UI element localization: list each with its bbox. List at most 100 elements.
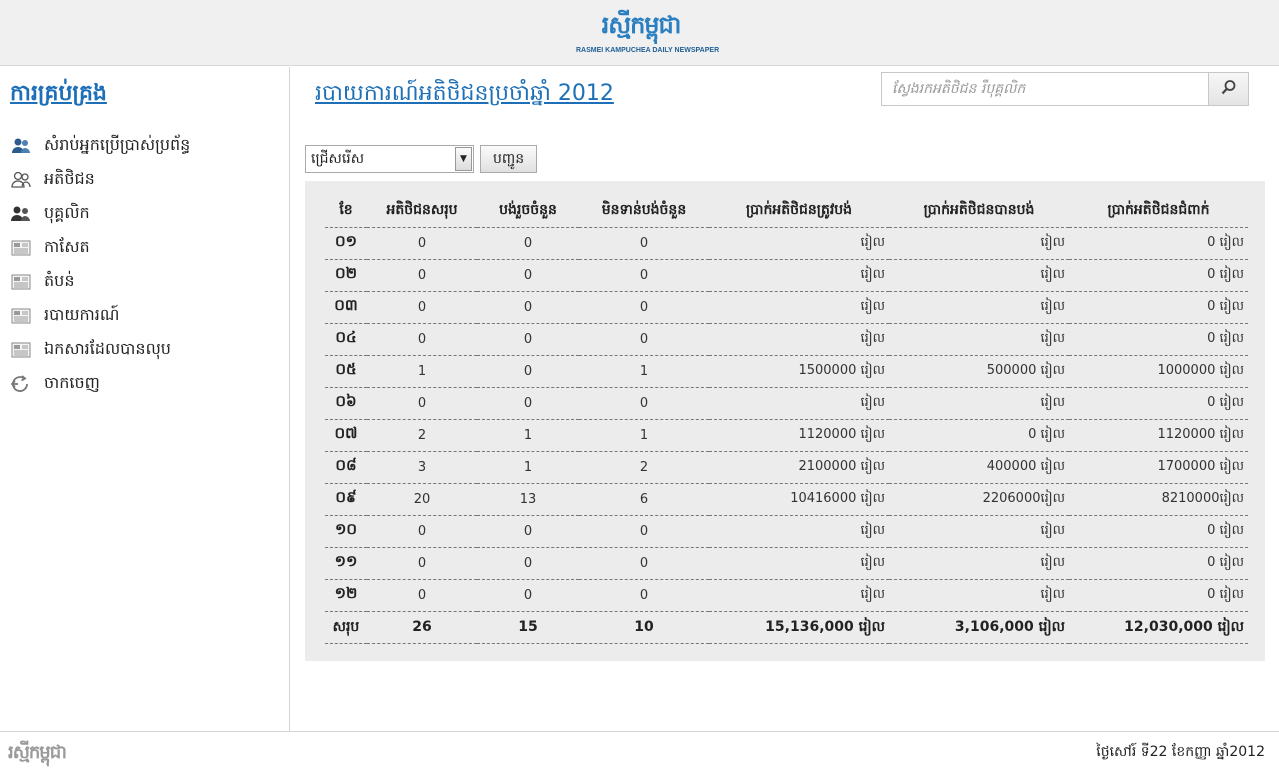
cell-amount-owed: 1120000 រៀល: [1069, 419, 1248, 452]
cell-amount-due: រៀល: [709, 579, 889, 612]
cell-amount-owed: 0 រៀល: [1069, 579, 1248, 612]
cell-paid: 0: [477, 515, 579, 548]
cell-amount-due: រៀល: [709, 387, 889, 420]
cell-unpaid: 10: [579, 611, 709, 644]
cell-total: 3: [367, 451, 477, 484]
cell-unpaid: 0: [579, 291, 709, 324]
sidebar-item-staff[interactable]: បុគ្គលិក: [10, 197, 190, 231]
cell-unpaid: 0: [579, 227, 709, 260]
cell-amount-due: 10416000 រៀល: [709, 483, 889, 516]
cell-paid: 0: [477, 579, 579, 612]
newspaper-logo[interactable]: រស្មីកម្ពុជា RASMEI KAMPUCHEA DAILY NEWS…: [576, 10, 720, 60]
sidebar-item-logout[interactable]: ចាកចេញ: [10, 367, 190, 401]
cell-amount-owed: 1700000 រៀល: [1069, 451, 1248, 484]
cell-amount-due: រៀល: [709, 547, 889, 580]
sidebar-item-report[interactable]: របាយការណ៍: [10, 299, 190, 333]
chevron-down-icon[interactable]: ▼: [455, 147, 472, 171]
cell-month: ១១: [325, 547, 367, 580]
cell-amount-owed: 0 រៀល: [1069, 259, 1248, 292]
cell-amount-paid: 0 រៀល: [889, 419, 1069, 452]
col-header-total-customers: អតិថិជនសរុប: [367, 195, 477, 228]
cell-paid: 0: [477, 355, 579, 388]
table-row: ០៨ 3 1 2 2100000 រៀល 400000 រៀល 1700000 …: [325, 451, 1248, 484]
cell-amount-owed: 0 រៀល: [1069, 515, 1248, 548]
cell-month: ១២: [325, 579, 367, 612]
cell-amount-paid: រៀល: [889, 291, 1069, 324]
col-header-unpaid-count: មិនទាន់បង់ចំនួន: [579, 195, 709, 228]
cell-amount-owed: 1000000 រៀល: [1069, 355, 1248, 388]
cell-amount-due: រៀល: [709, 259, 889, 292]
deleted-docs-icon: [10, 340, 32, 360]
sidebar-item-deleted-docs[interactable]: ឯកសារដែលបានលុប: [10, 333, 190, 367]
cell-paid: 0: [477, 259, 579, 292]
footer-logo: រស្មីកម្ពុជា: [8, 742, 67, 763]
month-select[interactable]: ជ្រើសរើស ▼: [305, 145, 474, 173]
cell-paid: 13: [477, 483, 579, 516]
cell-amount-due: 15,136,000 រៀល: [709, 611, 889, 644]
sidebar: ការគ្រប់គ្រង សំរាប់អ្នកប្រើប្រាស់ប្រព័ន្…: [0, 67, 290, 731]
cell-amount-paid: រៀល: [889, 515, 1069, 548]
cell-paid: 0: [477, 323, 579, 356]
sidebar-item-label: តំបន់: [44, 271, 75, 290]
cell-total: 0: [367, 387, 477, 420]
cell-month: ០១: [325, 227, 367, 260]
cell-unpaid: 6: [579, 483, 709, 516]
cell-month: ០៨: [325, 451, 367, 484]
cell-total: 20: [367, 483, 477, 516]
table-total-row: សរុប 26 15 10 15,136,000 រៀល 3,106,000 រ…: [325, 611, 1248, 644]
report-panel: ខែ អតិថិជនសរុប បង់រួចចំនួន មិនទាន់បង់ចំន…: [305, 181, 1265, 661]
page-title-link[interactable]: របាយការណ៍អតិថិជនប្រចាំឆ្នាំ 2012: [315, 79, 614, 111]
cell-amount-due: 2100000 រៀល: [709, 451, 889, 484]
sidebar-menu: សំរាប់អ្នកប្រើប្រាស់ប្រព័ន្ធ អតិថិជន បុគ…: [10, 129, 190, 401]
footer: រស្មីកម្ពុជា ថ្ងៃសៅរ៍ ទី22 ខែកញ្ញា ឆ្នាំ…: [0, 731, 1279, 778]
cell-unpaid: 0: [579, 387, 709, 420]
cell-unpaid: 0: [579, 259, 709, 292]
cell-unpaid: 0: [579, 515, 709, 548]
search-input[interactable]: [882, 73, 1208, 105]
cell-total: 0: [367, 579, 477, 612]
cell-amount-paid: 2206000រៀល: [889, 483, 1069, 516]
submit-button[interactable]: បញ្ជូន: [480, 145, 538, 173]
sidebar-item-region[interactable]: តំបន់: [10, 265, 190, 299]
cell-total: 0: [367, 515, 477, 548]
cell-month: ០៤: [325, 323, 367, 356]
cell-total: 0: [367, 547, 477, 580]
cell-month: ០៦: [325, 387, 367, 420]
sidebar-item-newspaper[interactable]: កាសែត: [10, 231, 190, 265]
cell-amount-owed: 0 រៀល: [1069, 291, 1248, 324]
sidebar-item-label: ចាកចេញ: [44, 373, 100, 392]
cell-total: 0: [367, 323, 477, 356]
cell-month: ១០: [325, 515, 367, 548]
cell-amount-due: រៀល: [709, 227, 889, 260]
cell-unpaid: 0: [579, 579, 709, 612]
cell-amount-paid: 3,106,000 រៀល: [889, 611, 1069, 644]
table-row: ០៧ 2 1 1 1120000 រៀល 0 រៀល 1120000 រៀល: [325, 419, 1248, 452]
cell-amount-owed: 12,030,000 រៀល: [1069, 611, 1248, 644]
cell-unpaid: 0: [579, 323, 709, 356]
sidebar-title-link[interactable]: ការគ្រប់គ្រង: [10, 79, 107, 111]
logo-text: រស្មីកម្ពុជា: [601, 10, 682, 39]
sidebar-item-label: សំរាប់អ្នកប្រើប្រាស់ប្រព័ន្ធ: [44, 135, 191, 154]
table-row: ១២ 0 0 0 រៀល រៀល 0 រៀល: [325, 579, 1248, 612]
filter-row: ជ្រើសរើស ▼ បញ្ជូន: [305, 145, 538, 173]
cell-month: ០៧: [325, 419, 367, 452]
table-row: ០២ 0 0 0 រៀល រៀល 0 រៀល: [325, 259, 1248, 292]
cell-amount-paid: រៀល: [889, 547, 1069, 580]
cell-month: ០៥: [325, 355, 367, 388]
cell-amount-due: 1500000 រៀល: [709, 355, 889, 388]
cell-amount-paid: រៀល: [889, 323, 1069, 356]
logo-subtitle: RASMEI KAMPUCHEA DAILY NEWSPAPER: [576, 47, 720, 54]
cell-total: 0: [367, 227, 477, 260]
col-header-paid-count: បង់រួចចំនួន: [477, 195, 579, 228]
cell-total-label: សរុប: [325, 611, 367, 644]
sidebar-item-customers[interactable]: អតិថិជន: [10, 163, 190, 197]
cell-month: ០៣: [325, 291, 367, 324]
cell-paid: 0: [477, 387, 579, 420]
newspaper-icon: [10, 238, 32, 258]
search-button[interactable]: [1208, 73, 1248, 105]
region-icon: [10, 272, 32, 292]
col-header-amount-due: ប្រាក់អតិថិជនត្រូវបង់: [709, 195, 889, 228]
main-content: របាយការណ៍អតិថិជនប្រចាំឆ្នាំ 2012 ជ្រើសរើ…: [291, 67, 1279, 731]
sidebar-item-label: របាយការណ៍: [44, 305, 120, 324]
sidebar-item-system-users[interactable]: សំរាប់អ្នកប្រើប្រាស់ប្រព័ន្ធ: [10, 129, 190, 163]
